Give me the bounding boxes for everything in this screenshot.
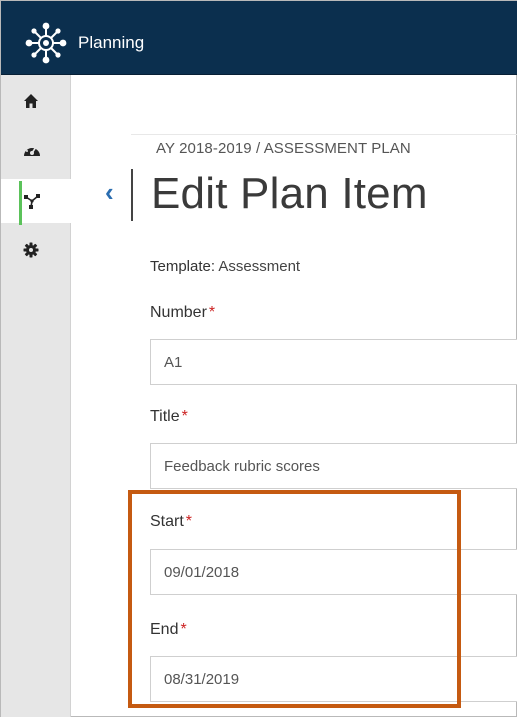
app-title[interactable]: Planning (78, 33, 144, 53)
end-date-input[interactable] (150, 656, 517, 702)
required-marker: * (180, 621, 187, 638)
template-value: Assessment (218, 258, 301, 275)
page-title: Edit Plan Item (151, 169, 428, 218)
title-input[interactable] (150, 443, 517, 489)
top-bar: Planning (1, 1, 517, 75)
required-marker: * (181, 408, 188, 425)
planning-logo-icon[interactable] (23, 20, 69, 66)
number-label-text: Number (150, 304, 207, 321)
home-icon (24, 94, 38, 108)
end-label-text: End (150, 621, 179, 638)
sidebar-item-planning[interactable] (1, 179, 71, 225)
sidebar-item-dashboard[interactable] (1, 128, 71, 172)
content-divider (131, 134, 517, 135)
title-label: Title * (150, 408, 188, 426)
template-info: Template: Assessment (150, 258, 300, 275)
sidebar (1, 75, 71, 717)
start-date-input[interactable] (150, 549, 517, 595)
network-icon (24, 194, 40, 209)
required-marker: * (208, 304, 216, 321)
required-marker: * (185, 513, 193, 530)
title-divider (131, 169, 133, 221)
sidebar-item-settings[interactable] (1, 228, 71, 272)
gear-icon (23, 242, 39, 258)
title-label-text: Title (150, 408, 180, 425)
number-input[interactable] (150, 339, 517, 385)
back-chevron-icon[interactable]: ‹ (105, 179, 114, 205)
number-label: Number * (150, 304, 215, 322)
sidebar-item-home[interactable] (1, 79, 71, 123)
start-label-text: Start (150, 513, 184, 530)
dashboard-icon (24, 145, 40, 156)
template-label: Template: (150, 258, 216, 275)
end-label: End * (150, 621, 187, 639)
breadcrumb[interactable]: AY 2018-2019 / ASSESSMENT PLAN (156, 140, 411, 157)
app-frame: Planning AY 2018-2019 / ASSESSMENT PLAN … (0, 0, 517, 717)
start-label: Start * (150, 513, 192, 531)
